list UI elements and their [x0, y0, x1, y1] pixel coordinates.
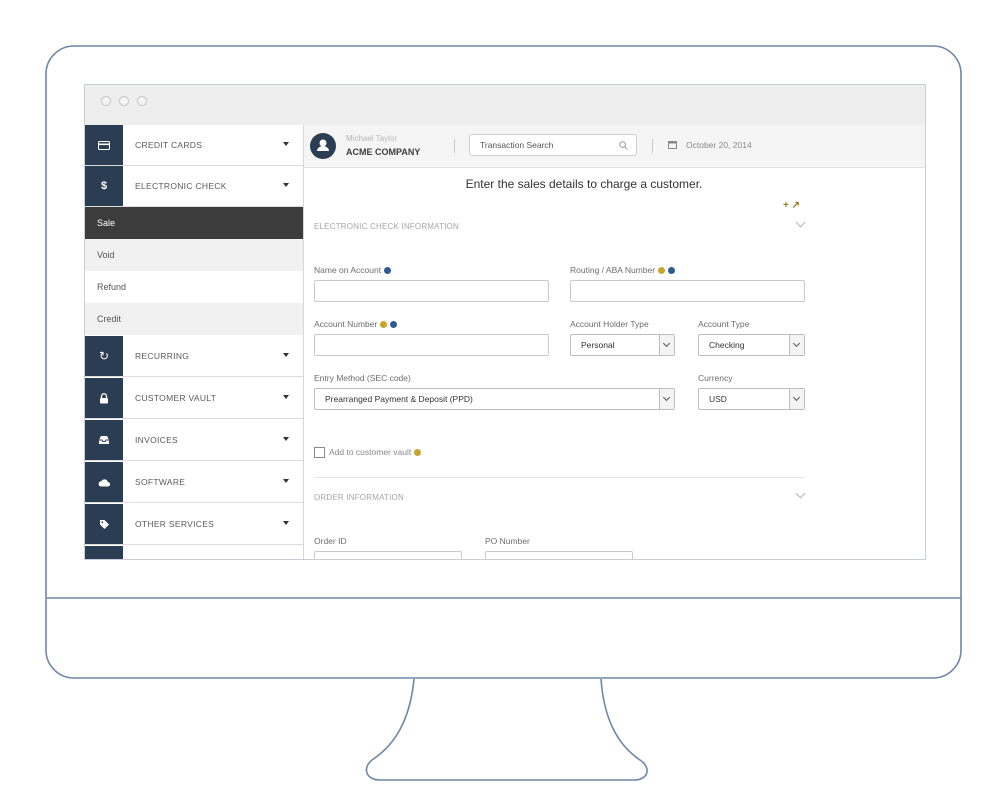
- name-on-account-input[interactable]: [314, 280, 549, 302]
- sidebar-item-label: CREDIT CARDS: [135, 140, 203, 150]
- label-text: Add to customer vault: [329, 447, 412, 457]
- page-headline: Enter the sales details to charge a cust…: [465, 177, 703, 191]
- search-icon: [619, 141, 628, 150]
- divider: [454, 139, 455, 153]
- entry-method-select[interactable]: Prearranged Payment & Deposit (PPD): [314, 388, 675, 410]
- sidebar-item-invoices[interactable]: INVOICES: [85, 420, 303, 461]
- sub-item-void[interactable]: Void: [85, 239, 303, 271]
- select-arrow-icon: [659, 335, 674, 355]
- add-tools-icon[interactable]: + ↗: [783, 200, 800, 211]
- account-type-select[interactable]: Checking: [698, 334, 805, 356]
- chevron-down-icon[interactable]: [795, 217, 806, 228]
- account-holder-type-label: Account Holder Type: [570, 319, 649, 329]
- currency-select[interactable]: USD: [698, 388, 805, 410]
- order-id-input[interactable]: [314, 551, 462, 559]
- label-text: Account Number: [314, 319, 378, 329]
- account-number-input[interactable]: [314, 334, 549, 356]
- sidebar-item-recurring[interactable]: ↻ RECURRING: [85, 336, 303, 377]
- refresh-icon: ↻: [85, 336, 123, 376]
- add-to-vault-label: Add to customer vault: [329, 447, 422, 457]
- sidebar-item-label: OTHER SERVICES: [135, 519, 215, 529]
- top-bar: Michael Taylor ACME COMPANY Transaction …: [304, 125, 925, 168]
- caret-down-icon: [283, 479, 289, 483]
- chevron-down-icon[interactable]: [795, 488, 806, 499]
- sidebar: CREDIT CARDS $ ELECTRONIC CHECK Sale Voi…: [85, 125, 304, 559]
- sub-item-sale[interactable]: Sale: [85, 207, 303, 239]
- info-icon[interactable]: [384, 267, 392, 274]
- sidebar-item-other-services[interactable]: OTHER SERVICES: [85, 504, 303, 545]
- user-icon: [317, 139, 329, 151]
- account-holder-type-select[interactable]: Personal: [570, 334, 675, 356]
- sub-item-refund[interactable]: Refund: [85, 271, 303, 303]
- sidebar-item-label: INVOICES: [135, 435, 179, 445]
- sidebar-item-software[interactable]: SOFTWARE: [85, 462, 303, 503]
- search-input[interactable]: Transaction Search: [469, 134, 637, 156]
- window-dot-icon[interactable]: [101, 96, 111, 106]
- select-arrow-icon: [789, 389, 804, 409]
- cloud-icon: [85, 462, 123, 502]
- dollar-icon: $: [85, 166, 123, 206]
- order-id-label: Order ID: [314, 536, 347, 546]
- main-content: Michael Taylor ACME COMPANY Transaction …: [304, 125, 925, 559]
- sidebar-item-credit-cards[interactable]: CREDIT CARDS: [85, 125, 303, 166]
- info-icon[interactable]: [390, 321, 398, 328]
- caret-down-icon: [283, 183, 289, 187]
- select-value: Personal: [581, 340, 615, 350]
- current-date: October 20, 2014: [686, 140, 752, 150]
- window-dot-icon[interactable]: [137, 96, 147, 106]
- window-dot-icon[interactable]: [119, 96, 129, 106]
- sidebar-item-partial[interactable]: [85, 546, 303, 559]
- account-number-label: Account Number: [314, 319, 398, 329]
- browser-title-bar: [85, 85, 925, 126]
- add-to-vault-checkbox[interactable]: [314, 447, 325, 458]
- menu-icon: [85, 546, 123, 559]
- routing-number-input[interactable]: [570, 280, 805, 302]
- caret-down-icon: [283, 353, 289, 357]
- caret-down-icon: [283, 142, 289, 146]
- sidebar-item-electronic-check[interactable]: $ ELECTRONIC CHECK: [85, 166, 303, 207]
- divider: [652, 139, 653, 153]
- credit-card-icon: [85, 125, 123, 165]
- po-number-input[interactable]: [485, 551, 633, 559]
- select-value: Checking: [709, 340, 745, 350]
- help-icon[interactable]: [658, 267, 666, 274]
- sub-item-credit[interactable]: Credit: [85, 303, 303, 335]
- help-icon[interactable]: [414, 449, 422, 456]
- caret-down-icon: [283, 395, 289, 399]
- calendar-icon[interactable]: [668, 140, 677, 149]
- routing-label: Routing / ABA Number: [570, 265, 676, 275]
- screen: CREDIT CARDS $ ELECTRONIC CHECK Sale Voi…: [84, 84, 926, 560]
- tag-icon: [85, 504, 123, 544]
- section-divider: [314, 477, 804, 478]
- sidebar-item-label: RECURRING: [135, 351, 190, 361]
- name-on-account-label: Name on Account: [314, 265, 392, 275]
- sidebar-item-label: CUSTOMER VAULT: [135, 393, 217, 403]
- select-value: Prearranged Payment & Deposit (PPD): [325, 394, 473, 404]
- section-header-order: ORDER INFORMATION: [314, 493, 404, 502]
- label-text: Name on Account: [314, 265, 382, 275]
- entry-method-label: Entry Method (SEC code): [314, 373, 411, 383]
- select-arrow-icon: [789, 335, 804, 355]
- sidebar-item-customer-vault[interactable]: CUSTOMER VAULT: [85, 378, 303, 419]
- info-icon[interactable]: [668, 267, 676, 274]
- company-name: ACME COMPANY: [346, 147, 421, 157]
- po-number-label: PO Number: [485, 536, 530, 546]
- caret-down-icon: [283, 437, 289, 441]
- caret-down-icon: [283, 521, 289, 525]
- help-icon[interactable]: [380, 321, 388, 328]
- search-placeholder: Transaction Search: [480, 140, 554, 150]
- currency-label: Currency: [698, 373, 733, 383]
- avatar[interactable]: [310, 133, 336, 159]
- account-type-label: Account Type: [698, 319, 750, 329]
- label-text: Routing / ABA Number: [570, 265, 656, 275]
- sidebar-item-label: SOFTWARE: [135, 477, 186, 487]
- select-value: USD: [709, 394, 727, 404]
- sidebar-item-label: ELECTRONIC CHECK: [135, 181, 227, 191]
- lock-icon: [85, 378, 123, 418]
- section-header-check: ELECTRONIC CHECK INFORMATION: [314, 222, 460, 231]
- select-arrow-icon: [659, 389, 674, 409]
- user-name: Michael Taylor: [346, 134, 397, 143]
- inbox-icon: [85, 420, 123, 460]
